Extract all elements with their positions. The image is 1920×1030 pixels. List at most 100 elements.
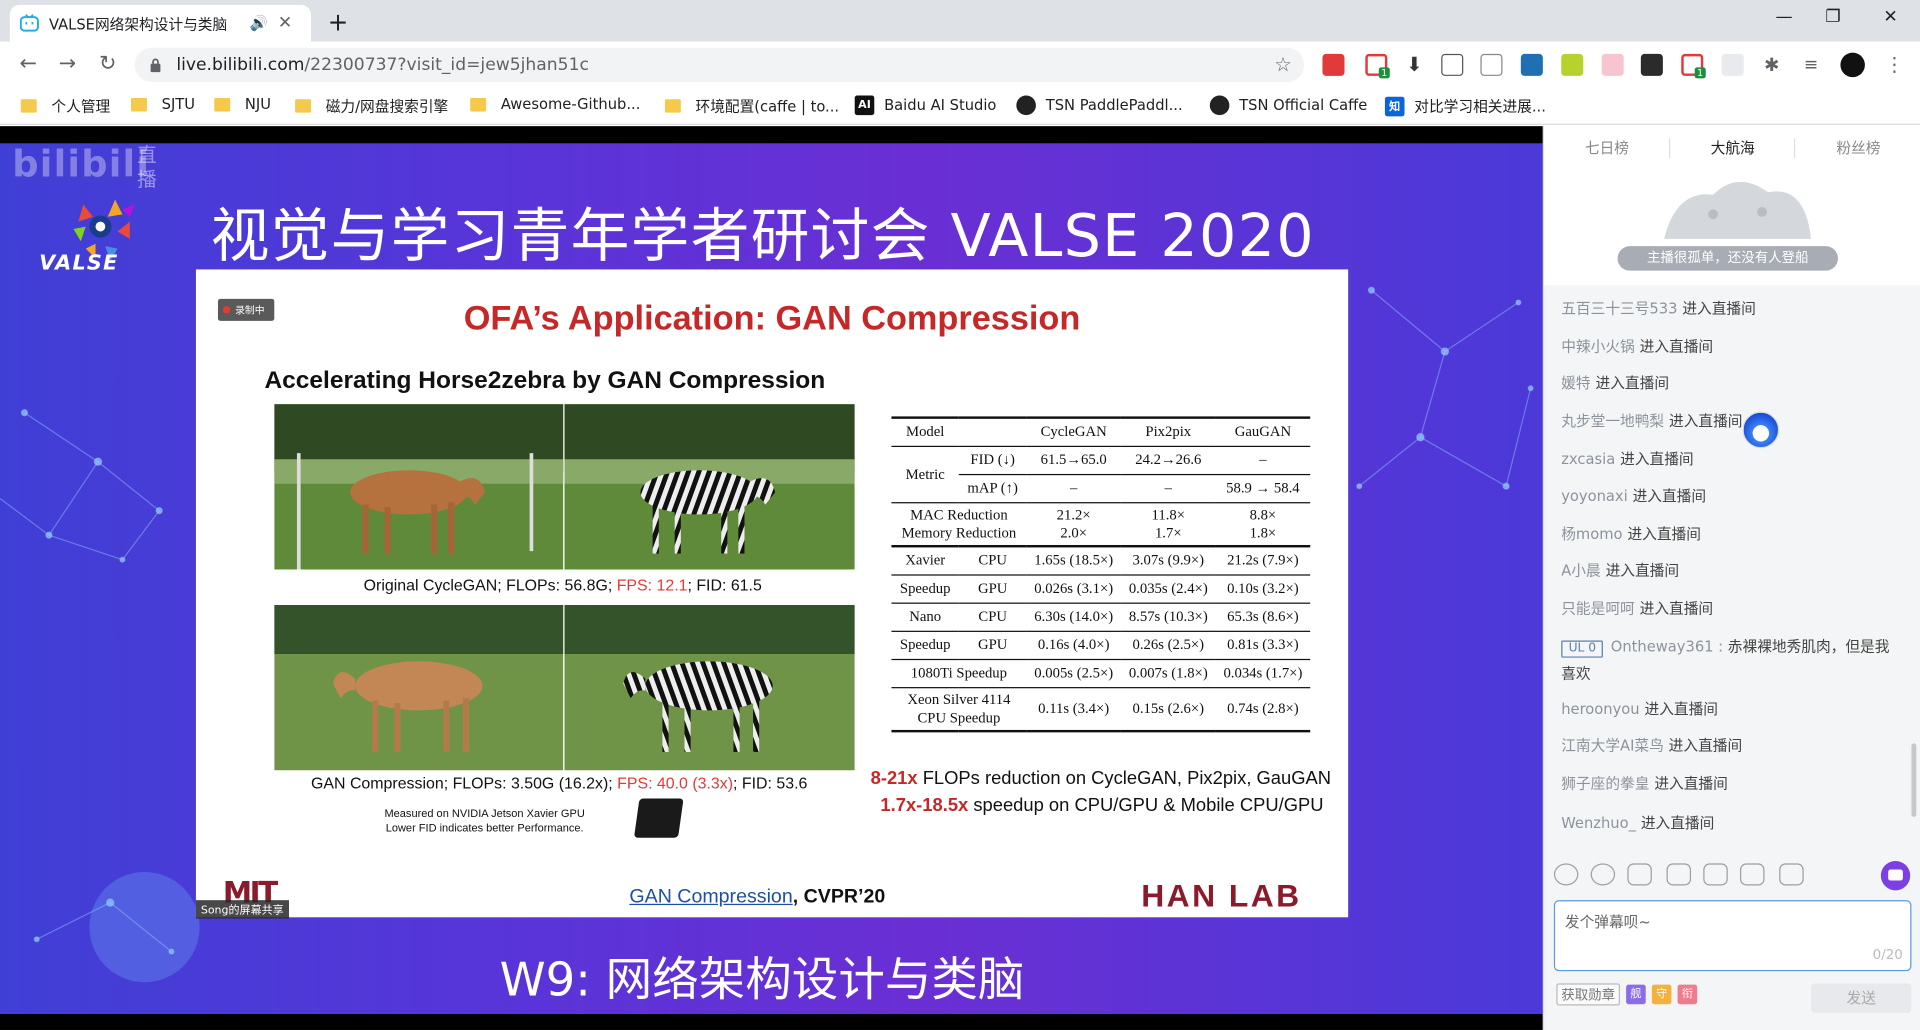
- horse-image: [274, 404, 564, 570]
- chat-username[interactable]: Ontheway361 :: [1611, 638, 1728, 655]
- send-button[interactable]: 发送: [1811, 983, 1912, 1013]
- stream-background: bilibili 直播 VALSE 视觉与学习青年学者研讨会 VALSE 202…: [0, 143, 1543, 1015]
- medal-row: 获取勋章 舰 守 衔: [1556, 983, 1698, 1006]
- bookmark-folder[interactable]: 环境配置(caffe | to...: [664, 96, 839, 117]
- extension-icon-m-green[interactable]: [1561, 53, 1584, 76]
- bookmark-folder[interactable]: 个人管理: [20, 96, 110, 117]
- chat-username[interactable]: 五百三十三号533: [1561, 300, 1677, 317]
- guard-badge-icon[interactable]: 守: [1651, 984, 1672, 1005]
- extensions-puzzle-icon[interactable]: ✱: [1760, 53, 1783, 76]
- forward-arrow-icon[interactable]: →: [54, 51, 81, 75]
- menu-kebab-icon[interactable]: ⋮: [1883, 53, 1906, 76]
- screen-share-label: Song的屏幕共享: [195, 900, 289, 919]
- title-badge-icon[interactable]: 衔: [1677, 984, 1698, 1005]
- extension-icon-4[interactable]: [1441, 53, 1464, 76]
- danmaku-settings-icon[interactable]: [1779, 863, 1804, 886]
- extension-icon-2[interactable]: 1: [1365, 53, 1390, 79]
- danmaku-input[interactable]: 发个弹幕呗~ 0/20: [1553, 900, 1912, 972]
- chat-username[interactable]: 只能是呵呵: [1561, 600, 1634, 617]
- paper-link[interactable]: GAN Compression: [629, 887, 792, 908]
- enter-notice: 进入直播间: [1668, 737, 1743, 755]
- gear-icon[interactable]: [1627, 863, 1652, 886]
- enter-notice: 进入直播间: [1639, 600, 1714, 618]
- enter-notice: 进入直播间: [1644, 700, 1718, 718]
- chat-username[interactable]: 狮子座的拳皇: [1561, 775, 1649, 792]
- tab-close-icon[interactable]: ✕: [278, 13, 292, 33]
- media-control-icon[interactable]: ≡: [1800, 53, 1823, 76]
- download-icon[interactable]: ⬇: [1403, 53, 1426, 76]
- folder-icon: [664, 99, 681, 113]
- tab-seven-day-rank[interactable]: 七日榜: [1544, 126, 1670, 170]
- chat-username[interactable]: heroonyou: [1561, 701, 1639, 718]
- tab-guard-rank[interactable]: 大航海: [1670, 126, 1796, 170]
- chat-username[interactable]: 中辣小火锅: [1561, 338, 1634, 355]
- window-close-button[interactable]: ✕: [1878, 7, 1902, 27]
- emoji-icon[interactable]: [1553, 863, 1579, 886]
- user-avatar[interactable]: [1742, 411, 1780, 449]
- palette-icon[interactable]: [1590, 863, 1616, 886]
- bookmark-github[interactable]: TSN Official Caffe: [1209, 95, 1367, 116]
- guard-empty-state: 主播很孤单，还没有人登船: [1544, 170, 1920, 286]
- minimize-button[interactable]: —: [1772, 7, 1796, 27]
- extension-icon-5[interactable]: [1480, 53, 1503, 76]
- github-icon: [1016, 95, 1036, 116]
- chat-message: 江南大学AI菜鸟 进入直播间: [1561, 735, 1742, 756]
- chat-message: 中辣小火锅 进入直播间: [1561, 336, 1713, 357]
- danmaku-edit-icon[interactable]: [1740, 863, 1765, 886]
- chat-username[interactable]: 丸步堂一地鸭梨: [1561, 413, 1664, 430]
- back-arrow-icon[interactable]: ←: [15, 51, 42, 75]
- fan-medal-badge[interactable]: UL 0: [1561, 640, 1604, 658]
- danmaku-block-icon[interactable]: [1703, 863, 1728, 886]
- bookmark-star-icon[interactable]: ☆: [1274, 53, 1292, 76]
- table-row: Nano CPU 6.30s (14.0×) 8.57s (10.3×) 65.3s …: [891, 601, 1311, 631]
- new-tab-button[interactable]: +: [326, 7, 350, 36]
- results-summary: 8-21x FLOPs reduction on CycleGAN, Pix2p…: [870, 767, 1332, 816]
- extension-icon-dark[interactable]: [1640, 53, 1663, 76]
- chat-username[interactable]: yoyonaxi: [1561, 487, 1627, 504]
- extension-icon-m-blue[interactable]: [1520, 53, 1543, 76]
- browser-toolbar: ← → ↻ live.bilibili.com/22300737?visit_i…: [0, 41, 1920, 89]
- url-path: /22300737?visit_id=jew5jhan51c: [304, 55, 589, 75]
- github-icon: [1209, 95, 1230, 116]
- speaker-icon[interactable]: 🔊: [250, 15, 268, 32]
- table-row: Speedup GPU 0.026s (3.1×) 0.035s (2.4×) 0.1…: [891, 573, 1311, 603]
- live-video-player[interactable]: bilibili 直播 VALSE 视觉与学习青年学者研讨会 VALSE 202…: [0, 126, 1543, 1030]
- address-bar[interactable]: live.bilibili.com/22300737?visit_id=jew5…: [134, 47, 1305, 83]
- bookmark-folder[interactable]: NJU: [214, 96, 271, 113]
- bookmark-folder[interactable]: 磁力/网盘搜索引擎: [295, 96, 448, 117]
- slide-title: OFA’s Application: GAN Compression: [463, 298, 1081, 337]
- char-counter: 0/20: [1872, 946, 1903, 963]
- chat-username[interactable]: zxcasia: [1561, 451, 1615, 468]
- chat-username[interactable]: A小晨: [1561, 562, 1600, 579]
- horse-image: [274, 605, 564, 771]
- extension-icon-1[interactable]: [1322, 53, 1345, 76]
- chat-username[interactable]: 杨momo: [1561, 525, 1622, 542]
- bookmark-zhihu[interactable]: 知对比学习相关进展...: [1384, 96, 1546, 117]
- chat-username[interactable]: 江南大学AI菜鸟: [1561, 737, 1664, 754]
- bookmark-folder[interactable]: SJTU: [131, 96, 195, 113]
- profile-avatar[interactable]: [1840, 52, 1865, 78]
- bookmark-baidu[interactable]: AI Baidu AI Studio: [854, 95, 996, 116]
- chat-message: heroonyou 进入直播间: [1561, 698, 1718, 719]
- enter-notice: 进入直播间: [1654, 775, 1728, 793]
- caption-original: Original CycleGAN; FLOPs: 56.8G; FPS: 12…: [363, 575, 762, 594]
- bookmark-github[interactable]: TSN PaddlePaddl...: [1016, 95, 1183, 116]
- reload-icon[interactable]: ↻: [94, 51, 121, 75]
- fetch-medal-button[interactable]: 获取勋章: [1556, 983, 1621, 1006]
- guard-badge-icon[interactable]: 舰: [1626, 984, 1646, 1005]
- danmaku-icon[interactable]: [1666, 863, 1692, 886]
- slide-subtitle: Accelerating Horse2zebra by GAN Compress…: [264, 367, 826, 395]
- chat-username[interactable]: 媛特: [1561, 375, 1590, 392]
- extension-icon-bird[interactable]: [1721, 53, 1744, 76]
- restore-button[interactable]: ❐: [1821, 7, 1845, 27]
- browser-tab[interactable]: VALSE网络架构设计与类脑 🔊 ✕: [9, 4, 312, 42]
- enter-notice: 进入直播间: [1595, 374, 1670, 392]
- extension-icon-y[interactable]: 1: [1681, 53, 1706, 79]
- gift-icon[interactable]: [1880, 860, 1911, 891]
- tab-fan-rank[interactable]: 粉丝榜: [1796, 126, 1920, 170]
- extension-icon-pink[interactable]: [1601, 53, 1624, 76]
- bookmark-folder[interactable]: Awesome-Github...: [470, 96, 640, 113]
- chat-username[interactable]: Wenzhuo_: [1561, 814, 1636, 831]
- presentation-slide: 录制中 OFA’s Application: GAN Compression A…: [195, 269, 1349, 919]
- chat-scrollbar[interactable]: [1911, 743, 1917, 817]
